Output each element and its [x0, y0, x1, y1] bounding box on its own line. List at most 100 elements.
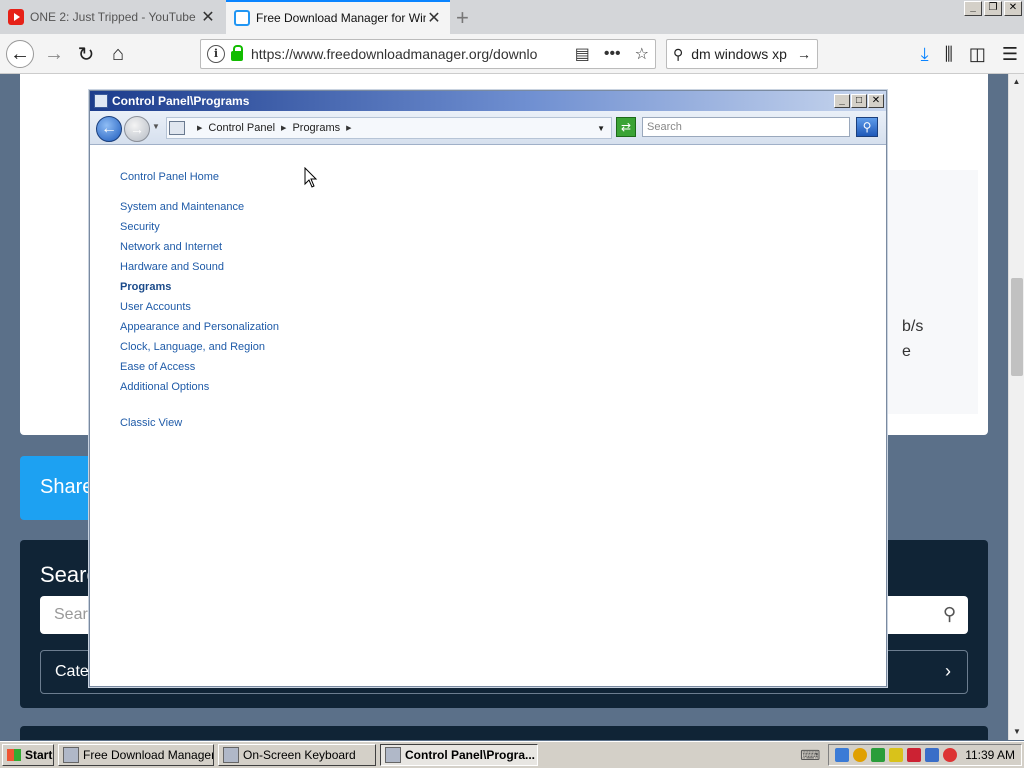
control-panel-home-link[interactable]: Control Panel Home: [120, 167, 886, 187]
address-toolbar: ← → ▼ ▶ Control Panel ▶ Programs ▶ ▼ ⇄ S…: [90, 111, 886, 145]
close-button[interactable]: ✕: [868, 94, 884, 108]
shield-icon[interactable]: [889, 748, 904, 762]
speed-text: b/s e: [902, 314, 923, 364]
navigation-toolbar: ← → ↻ ⌂ i https://www.freedownloadmanage…: [0, 34, 1024, 74]
search-text[interactable]: dm windows xp: [691, 46, 797, 62]
display-icon[interactable]: [925, 748, 940, 762]
lock-icon[interactable]: [231, 45, 243, 61]
taskbar-item-free-download-manager[interactable]: Free Download Manager ...: [58, 744, 214, 766]
category-link-programs[interactable]: Programs: [120, 277, 886, 297]
search-icon: ⚲: [673, 45, 684, 62]
network-icon[interactable]: [835, 748, 850, 762]
home-icon[interactable]: ⌂: [104, 40, 132, 68]
back-arrow-icon[interactable]: ←: [6, 40, 34, 68]
speed-line: e: [902, 343, 911, 360]
search-bar[interactable]: ⚲ dm windows xp →: [666, 39, 818, 69]
new-tab-icon[interactable]: +: [456, 5, 469, 31]
scroll-thumb[interactable]: [1011, 278, 1023, 376]
system-tray: 11:39 AM: [828, 744, 1022, 766]
control-panel-icon: [169, 121, 185, 135]
keyboard-tray-icon[interactable]: ⌨: [800, 747, 820, 764]
control-panel-window: Control Panel\Programs _ □ ✕ ← → ▼ ▶ Con…: [89, 90, 887, 687]
recent-pages-dropdown-icon[interactable]: ▼: [152, 122, 160, 131]
volume-muted-icon[interactable]: [907, 748, 922, 762]
speed-line: b/s: [902, 318, 924, 335]
close-icon[interactable]: ✕: [200, 7, 216, 27]
chevron-down-icon[interactable]: ▼: [597, 124, 605, 133]
taskbar-item-label: Free Download Manager ...: [83, 748, 214, 762]
category-link-clock-language[interactable]: Clock, Language, and Region: [120, 337, 886, 357]
category-label: Cate: [55, 663, 89, 680]
category-link-ease-of-access[interactable]: Ease of Access: [120, 357, 886, 377]
control-panel-icon: [94, 94, 108, 108]
category-link-network-internet[interactable]: Network and Internet: [120, 237, 886, 257]
control-panel-icon: [385, 747, 401, 763]
tab-free-download-manager[interactable]: Free Download Manager for Windc ✕: [226, 0, 450, 34]
category-link-additional-options[interactable]: Additional Options: [120, 377, 886, 397]
minimize-button[interactable]: _: [834, 94, 850, 108]
taskbar-item-on-screen-keyboard[interactable]: On-Screen Keyboard: [218, 744, 376, 766]
search-placeholder: Sear: [54, 606, 88, 623]
classic-view-link[interactable]: Classic View: [120, 413, 886, 433]
window-controls: _ ❐ ✕: [964, 1, 1022, 16]
address-bar[interactable]: ▶ Control Panel ▶ Programs ▶ ▼: [166, 117, 612, 139]
downloads-icon[interactable]: ⤓: [921, 44, 929, 65]
maximize-button[interactable]: □: [851, 94, 867, 108]
category-link-system-maintenance[interactable]: System and Maintenance: [120, 197, 886, 217]
library-icon[interactable]: ⫼: [945, 44, 953, 65]
toolbar-icons: ⤓ ⫼ ◫ ☰: [921, 44, 1018, 65]
page-actions-icon[interactable]: •••: [604, 45, 621, 63]
search-icon[interactable]: ⚲: [856, 117, 878, 137]
scroll-down-arrow-icon[interactable]: ▼: [1009, 724, 1024, 740]
url-bar[interactable]: i https://www.freedownloadmanager.org/do…: [200, 39, 656, 69]
forward-arrow-icon[interactable]: →: [40, 40, 68, 68]
control-panel-sidebar: Control Panel Home System and Maintenanc…: [90, 145, 886, 433]
minimize-button[interactable]: _: [964, 1, 982, 16]
chevron-right-icon: ›: [945, 661, 951, 681]
restore-button[interactable]: ❐: [984, 1, 1002, 16]
category-link-appearance[interactable]: Appearance and Personalization: [120, 317, 886, 337]
sound-icon[interactable]: [943, 748, 958, 762]
close-icon[interactable]: ✕: [426, 8, 442, 28]
start-button[interactable]: Start: [2, 744, 54, 766]
tab-youtube[interactable]: ONE 2: Just Tripped - YouTube ✕: [0, 0, 224, 34]
category-link-user-accounts[interactable]: User Accounts: [120, 297, 886, 317]
chevron-right-icon[interactable]: ▶: [197, 124, 202, 132]
control-panel-search-input[interactable]: Search: [642, 117, 850, 137]
close-button[interactable]: ✕: [1004, 1, 1022, 16]
breadcrumb-control-panel[interactable]: Control Panel: [208, 122, 275, 134]
taskbar-item-control-panel[interactable]: Control Panel\Progra...: [380, 744, 538, 766]
search-tray-icon[interactable]: [853, 748, 868, 762]
youtube-icon: [8, 9, 24, 25]
tab-title: Free Download Manager for Windc: [256, 11, 426, 25]
scroll-up-arrow-icon[interactable]: ▲: [1009, 74, 1024, 90]
fdm-icon: [234, 10, 250, 26]
chevron-right-icon[interactable]: ▶: [281, 124, 286, 132]
reload-icon[interactable]: ↻: [72, 40, 100, 68]
security-icon[interactable]: [871, 748, 886, 762]
search-icon[interactable]: ⚲: [943, 604, 956, 625]
category-link-hardware-sound[interactable]: Hardware and Sound: [120, 257, 886, 277]
mouse-cursor-icon: [304, 167, 318, 188]
url-text[interactable]: https://www.freedownloadmanager.org/down…: [251, 46, 575, 62]
bookmark-star-icon[interactable]: ☆: [635, 44, 649, 64]
taskbar-item-label: Control Panel\Progra...: [405, 748, 536, 762]
back-arrow-icon[interactable]: ←: [96, 116, 122, 142]
chevron-right-icon[interactable]: ▶: [346, 124, 351, 132]
page-scrollbar[interactable]: ▲ ▼: [1008, 74, 1024, 740]
window-title: Control Panel\Programs: [112, 94, 250, 108]
refresh-icon[interactable]: ⇄: [616, 117, 636, 137]
tab-strip: ONE 2: Just Tripped - YouTube ✕ Free Dow…: [0, 0, 1024, 34]
menu-icon[interactable]: ☰: [1002, 44, 1018, 65]
sidebar-icon[interactable]: ◫: [969, 44, 986, 65]
taskbar-item-label: On-Screen Keyboard: [243, 748, 356, 762]
forward-arrow-icon[interactable]: →: [124, 116, 150, 142]
info-icon[interactable]: i: [207, 45, 225, 63]
control-panel-titlebar[interactable]: Control Panel\Programs _ □ ✕: [90, 91, 886, 111]
taskbar: Start Free Download Manager ... On-Scree…: [0, 741, 1024, 768]
reader-view-icon[interactable]: ▤: [575, 44, 590, 64]
breadcrumb-programs[interactable]: Programs: [292, 122, 340, 134]
category-link-security[interactable]: Security: [120, 217, 886, 237]
go-arrow-icon[interactable]: →: [797, 46, 811, 62]
clock[interactable]: 11:39 AM: [965, 748, 1015, 762]
